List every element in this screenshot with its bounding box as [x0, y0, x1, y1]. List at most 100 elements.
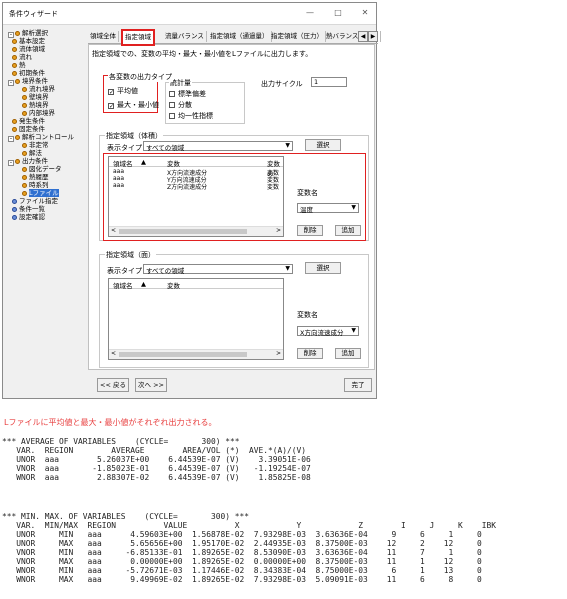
- scroll-left-icon[interactable]: <: [111, 227, 116, 234]
- node-icon: [22, 95, 27, 100]
- add-button[interactable]: 追加: [335, 225, 361, 236]
- delete-button-2[interactable]: 削除: [297, 348, 323, 359]
- tree-item-graphic-data[interactable]: 図化データ: [22, 165, 62, 173]
- maximize-button[interactable]: □: [331, 7, 345, 19]
- table-cell: Z方向流速成分: [167, 184, 208, 191]
- table-cell: aaa: [113, 182, 125, 189]
- variable-name-label-2: 変数名: [297, 311, 318, 319]
- tab-panel: 指定領域での、変数の平均・最大・最小値をLファイルに出力します。 各変数の出力タ…: [88, 44, 375, 370]
- collapse-icon[interactable]: -: [8, 136, 14, 142]
- collapse-icon[interactable]: -: [8, 160, 14, 166]
- tree-item-initial[interactable]: 初期条件: [12, 69, 45, 77]
- column-variable: 変数: [167, 282, 180, 290]
- horizontal-scrollbar[interactable]: < >: [109, 349, 283, 359]
- node-icon: [12, 47, 17, 52]
- scroll-right-icon[interactable]: >: [276, 227, 281, 234]
- tree-item-time-series[interactable]: 時系列: [22, 181, 49, 189]
- tab-flow-balance[interactable]: 流量バランス: [163, 31, 207, 42]
- select-button-2[interactable]: 選択: [305, 262, 341, 274]
- tree-item-solver[interactable]: 解法: [22, 149, 42, 157]
- select-button[interactable]: 選択: [305, 139, 341, 151]
- node-icon: [22, 167, 27, 172]
- tab-specified-region[interactable]: 指定領域: [121, 29, 155, 46]
- cycle-input[interactable]: 1: [311, 77, 347, 87]
- variable-name-label: 変数名: [297, 189, 318, 197]
- tab-scroll-right-icon[interactable]: ▶: [368, 31, 378, 42]
- display-type-select[interactable]: すべての領域 ▼: [143, 141, 293, 152]
- tree-item-fluid-region[interactable]: 流体領域: [12, 45, 45, 53]
- node-icon: [12, 207, 17, 212]
- tree-item-l-file[interactable]: Lファイル: [22, 189, 59, 197]
- node-icon: [15, 159, 20, 164]
- node-icon: [22, 143, 27, 148]
- node-icon: [12, 119, 17, 124]
- average-checkbox[interactable]: ✓ 平均値: [108, 86, 138, 96]
- node-icon: [12, 199, 17, 204]
- scroll-left-icon[interactable]: <: [111, 350, 116, 357]
- delete-button[interactable]: 削除: [297, 225, 323, 236]
- scroll-thumb[interactable]: [119, 352, 247, 357]
- uniformity-checkbox[interactable]: 均一性指標: [169, 111, 213, 121]
- collapse-icon[interactable]: -: [8, 80, 14, 86]
- node-icon: [15, 135, 20, 140]
- scroll-right-icon[interactable]: >: [276, 350, 281, 357]
- check-icon: ✓: [108, 89, 115, 96]
- tab-whole-region[interactable]: 領域全体: [88, 31, 119, 42]
- column-region-name: 領域名: [113, 160, 133, 168]
- variable-select-2[interactable]: X方向流速成分 ▼: [297, 326, 359, 337]
- minimize-button[interactable]: —: [303, 7, 317, 19]
- std-dev-checkbox[interactable]: 標準偏差: [169, 89, 206, 99]
- tree-item-fixed[interactable]: 固定条件: [12, 125, 45, 133]
- tree-item-heat-boundary[interactable]: 熱境界: [22, 101, 49, 109]
- tab-scroll-left-icon[interactable]: ◀: [358, 31, 368, 42]
- add-button-2[interactable]: 追加: [335, 348, 361, 359]
- dropdown-arrow-icon: ▼: [351, 204, 356, 211]
- display-type-select-2[interactable]: すべての領域 ▼: [143, 264, 293, 275]
- tab-region-passage[interactable]: 指定領域（通過量）: [208, 31, 272, 42]
- tree-item-condition-list[interactable]: 条件一覧: [12, 205, 45, 213]
- average-output-block: *** AVERAGE OF VARIABLES (CYCLE= 300) **…: [2, 437, 311, 482]
- node-icon: [12, 127, 17, 132]
- finish-button[interactable]: 完了: [344, 378, 372, 392]
- tree-item-flow-boundary[interactable]: 流れ境界: [22, 85, 55, 93]
- checkbox-icon: [169, 102, 175, 108]
- tree-item-confirm[interactable]: 設定確認: [12, 213, 45, 221]
- tab-bar: 領域全体 指定領域 流量バランス 指定領域（通過量） 指定領域（圧力） 熱バラン…: [88, 29, 381, 46]
- node-icon: [15, 31, 20, 36]
- tree-item-flow[interactable]: 流れ: [12, 53, 32, 61]
- close-button[interactable]: ✕: [358, 7, 372, 19]
- back-button[interactable]: << 戻る: [97, 378, 129, 392]
- tree-item-heat[interactable]: 熱: [12, 61, 26, 69]
- minmax-checkbox[interactable]: ✓ 最大・最小値: [108, 100, 159, 110]
- checkbox-icon: [169, 91, 175, 97]
- tree-item-basic[interactable]: 基本設定: [12, 37, 45, 45]
- table-cell: aaa: [113, 168, 125, 175]
- volume-variable-list[interactable]: 領域名 ▲ 変数 変数の aaa X方向流速成分 変数 aaa Y方向流速成分 …: [108, 156, 284, 237]
- tab-region-pressure[interactable]: 指定領域（圧力）: [269, 31, 326, 42]
- tree-item-heat-history[interactable]: 熱履歴: [22, 173, 49, 181]
- tree-item-unsteady[interactable]: 非定常: [22, 141, 49, 149]
- node-icon: [12, 63, 17, 68]
- node-icon: [12, 215, 17, 220]
- node-icon: [22, 111, 27, 116]
- node-icon: [22, 175, 27, 180]
- navigation-tree: - 解析選択 基本設定 流体領域 流れ 熱 初期条件 - 境界条件 流れ境界 壁境界…: [8, 29, 86, 401]
- tree-item-wall-boundary[interactable]: 壁境界: [22, 93, 49, 101]
- next-button[interactable]: 次へ >>: [135, 378, 167, 392]
- variable-select[interactable]: 温度 ▼: [297, 203, 359, 214]
- panel-description: 指定領域での、変数の平均・最大・最小値をLファイルに出力します。: [92, 50, 313, 58]
- display-type-label: 表示タイプ: [107, 144, 142, 152]
- surface-variable-list[interactable]: 領域名 ▲ 変数 < >: [108, 278, 284, 360]
- column-variable: 変数: [167, 160, 180, 168]
- node-icon: [15, 79, 20, 84]
- scroll-thumb[interactable]: [119, 229, 247, 234]
- node-icon: [22, 103, 27, 108]
- tree-item-generation[interactable]: 発生条件: [12, 117, 45, 125]
- horizontal-scrollbar[interactable]: < >: [109, 226, 283, 236]
- minmax-output-block: *** MIN. MAX. OF VARIABLES (CYCLE= 300) …: [2, 512, 497, 584]
- tree-item-file-spec[interactable]: ファイル指定: [12, 197, 58, 205]
- node-icon: [22, 151, 27, 156]
- variance-checkbox[interactable]: 分散: [169, 100, 192, 110]
- tree-item-internal-boundary[interactable]: 内部境界: [22, 109, 55, 117]
- table-cell: aaa: [113, 175, 125, 182]
